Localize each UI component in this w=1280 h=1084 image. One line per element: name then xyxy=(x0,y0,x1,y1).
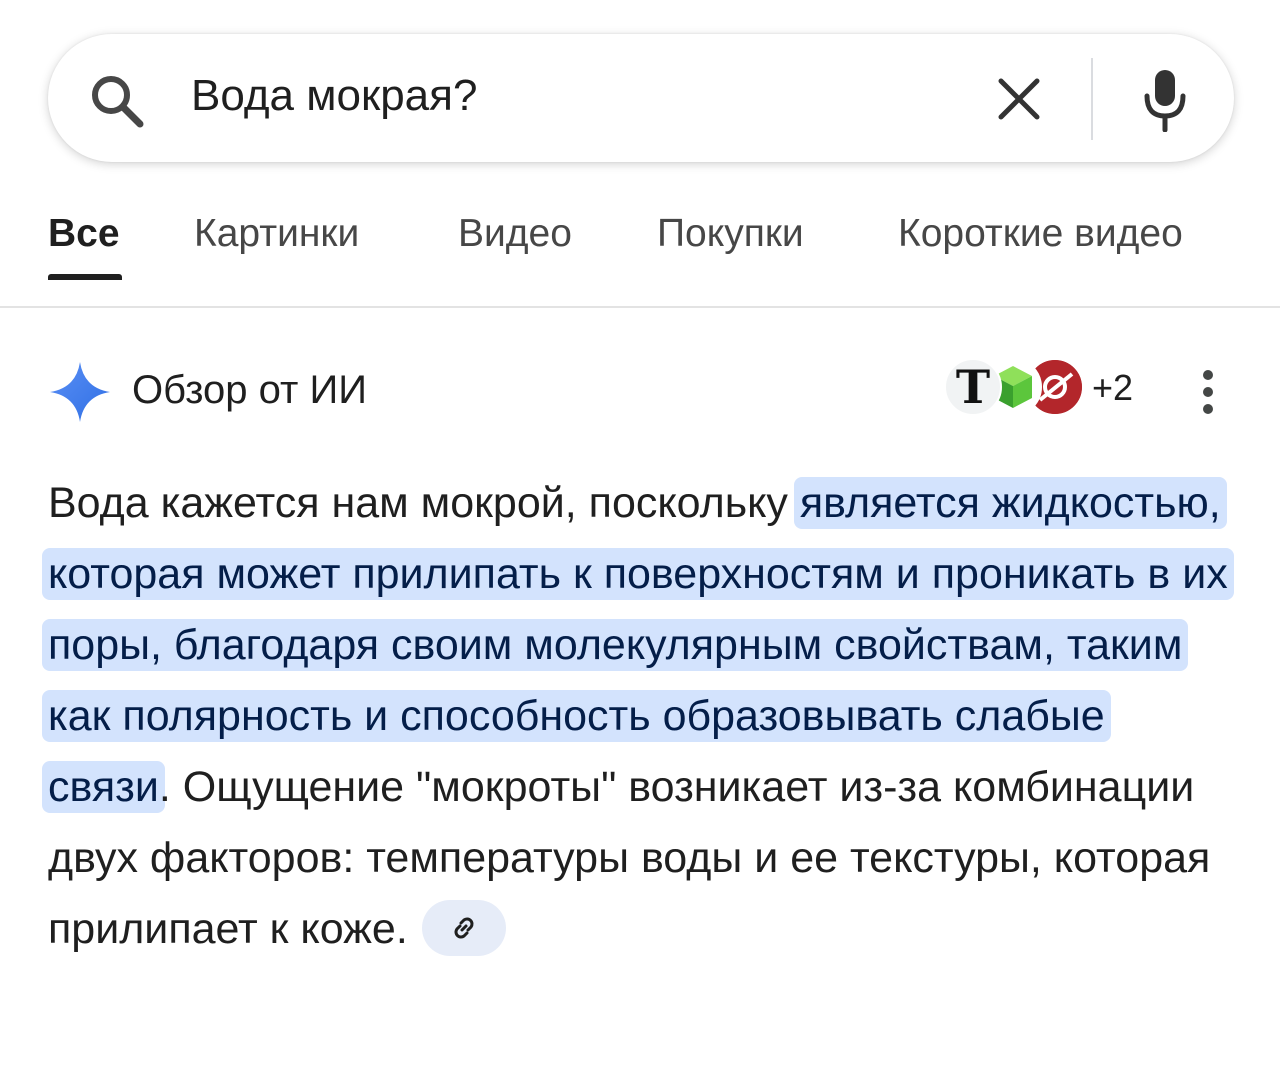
microphone-icon[interactable] xyxy=(1142,68,1188,132)
more-sources-count: +2 xyxy=(1092,367,1134,408)
tabs-divider xyxy=(0,306,1280,308)
search-input[interactable]: Вода мокрая? xyxy=(191,64,477,128)
page: Вода мокрая? Все Картинки Видео Покупки … xyxy=(0,0,1280,1084)
source-link-button[interactable] xyxy=(421,899,506,956)
t-icon: T xyxy=(944,358,1002,416)
tab-shopping[interactable]: Покупки xyxy=(657,210,804,258)
tab-images[interactable]: Картинки xyxy=(194,210,359,258)
ai-overview-title: Обзор от ИИ xyxy=(132,368,367,412)
ai-overview-header: Обзор от ИИ T +2 xyxy=(0,340,1280,440)
t-icon-letter: T xyxy=(955,360,991,414)
clear-icon[interactable] xyxy=(996,76,1042,122)
search-bar[interactable]: Вода мокрая? xyxy=(48,34,1234,162)
answer-text-after: . Ощущение "мокроты" возникает из-за ком… xyxy=(48,763,1211,953)
tab-videos[interactable]: Видео xyxy=(458,210,572,258)
more-options-icon[interactable] xyxy=(1196,370,1220,414)
answer-text-before: Вода кажется нам мокрой, поскольку xyxy=(48,479,800,527)
search-icon xyxy=(92,76,144,128)
ai-answer-text: Вода кажется нам мокрой, поскольку являе… xyxy=(42,468,1238,965)
search-bar-divider xyxy=(1091,58,1093,140)
link-icon xyxy=(454,917,474,939)
tab-short-videos[interactable]: Короткие видео xyxy=(898,210,1183,258)
active-tab-indicator xyxy=(48,274,122,280)
sparkle-icon xyxy=(50,362,110,422)
tab-all[interactable]: Все xyxy=(48,210,120,258)
source-icons[interactable]: T +2 xyxy=(944,358,1144,422)
search-tabs: Все Картинки Видео Покупки Короткие виде… xyxy=(0,200,1280,308)
